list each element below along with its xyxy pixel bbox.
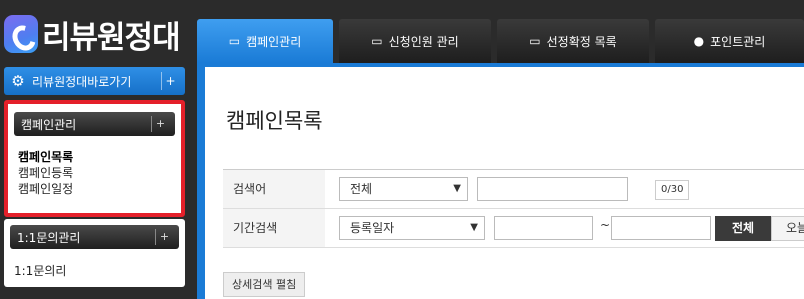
shortcut-label: 리뷰원정대바로가기 [32, 74, 132, 89]
period-type-select[interactable]: 등록일자 ▼ [339, 216, 485, 240]
end-date-input[interactable] [611, 216, 711, 240]
tab-campaign[interactable]: ▭ 캠페인관리 [197, 19, 333, 63]
keyword-type-select[interactable]: 전체 ▼ [339, 177, 468, 201]
inbox-icon: ▭ [529, 34, 541, 48]
menu-item-campaign-schedule[interactable]: 캠페인일정 [18, 181, 181, 197]
chevron-down-icon: ▼ [470, 222, 478, 233]
period-row: 기간검색 등록일자 ▼ ~ 전체 오늘 [223, 209, 804, 248]
panel-title: 캠페인관리 [21, 117, 77, 132]
chevron-down-icon: ▼ [453, 183, 461, 194]
shortcut-button[interactable]: ⚙ 리뷰원정대바로가기 + [4, 67, 185, 95]
expand-plus-icon[interactable]: + [151, 116, 169, 132]
detail-search-toggle-button[interactable]: 상세검색 펼침 [223, 272, 306, 297]
inbox-icon: ▭ [228, 34, 241, 48]
panel-header-campaign[interactable]: 캠페인관리 + [14, 112, 175, 136]
keyword-input[interactable] [477, 177, 628, 201]
page-title: 캠페인목록 [226, 109, 323, 133]
main-content: 캠페인목록 검색어 전체 ▼ 0/30 기간검색 등록일자 ▼ ~ 전체 오늘 … [205, 67, 804, 299]
search-form: 검색어 전체 ▼ 0/30 기간검색 등록일자 ▼ ~ 전체 오늘 [223, 169, 804, 248]
logo[interactable]: 리뷰원정대 [4, 10, 181, 58]
logo-icon [4, 15, 38, 53]
expand-plus-icon[interactable]: + [155, 229, 173, 245]
tab-label: 캠페인관리 [246, 34, 302, 49]
menu-item-inquiry[interactable]: 1:1문의리 [14, 263, 185, 279]
select-value: 등록일자 [350, 221, 395, 235]
expand-plus-icon[interactable]: + [161, 72, 179, 90]
period-today-button[interactable]: 오늘 [771, 216, 804, 241]
char-counter: 0/30 [655, 180, 690, 200]
tab-label: 포인트관리 [710, 34, 766, 49]
tab-label: 선정확정 목록 [546, 34, 617, 49]
gear-icon: ⚙ [11, 72, 25, 90]
inbox-icon: ▭ [371, 34, 383, 48]
start-date-input[interactable] [494, 216, 593, 240]
period-label: 기간검색 [223, 209, 325, 247]
panel-header-inquiry[interactable]: 1:1문의관리 + [10, 225, 179, 249]
date-separator: ~ [600, 218, 611, 232]
sidebar: 리뷰원정대 ⚙ 리뷰원정대바로가기 + 캠페인관리 + 캠페인목록 캠페인등록 … [0, 0, 196, 299]
select-value: 전체 [350, 182, 373, 196]
campaign-menu-panel: 캠페인관리 + 캠페인목록 캠페인등록 캠페인일정 [4, 100, 185, 217]
panel-title: 1:1문의관리 [17, 230, 81, 245]
keyword-row: 검색어 전체 ▼ 0/30 [223, 170, 804, 209]
menu-item-campaign-list[interactable]: 캠페인목록 [18, 149, 181, 165]
tab-points[interactable]: ● 포인트관리 [655, 19, 804, 63]
logo-text: 리뷰원정대 [42, 19, 181, 56]
tab-selection[interactable]: ▭ 선정확정 목록 [497, 19, 649, 63]
keyword-label: 검색어 [223, 170, 325, 208]
top-tabs: ▭ 캠페인관리 ▭ 신청인원 관리 ▭ 선정확정 목록 ● 포인트관리 [197, 19, 804, 63]
inquiry-menu-panel: 1:1문의관리 + 1:1문의리 [4, 219, 185, 287]
tab-applicants[interactable]: ▭ 신청인원 관리 [339, 19, 491, 63]
tab-label: 신청인원 관리 [388, 34, 459, 49]
menu-item-campaign-register[interactable]: 캠페인등록 [18, 165, 181, 181]
user-icon: ● [693, 34, 705, 48]
period-all-button[interactable]: 전체 [715, 216, 771, 241]
